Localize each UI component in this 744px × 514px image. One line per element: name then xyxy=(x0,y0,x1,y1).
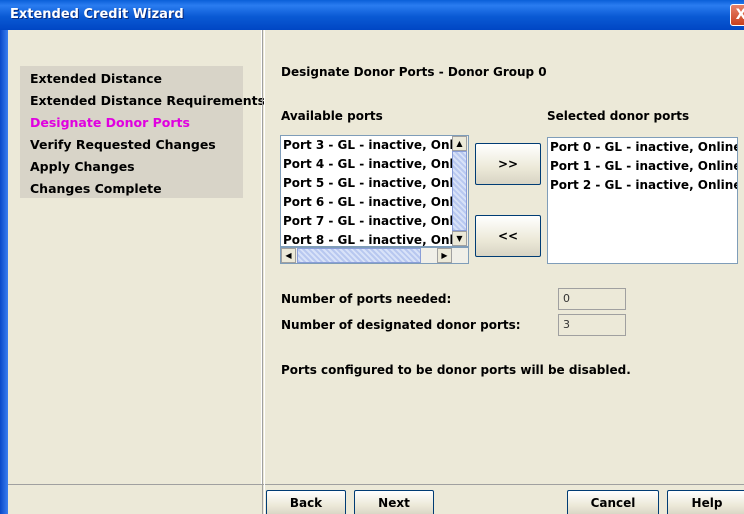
list-item[interactable]: Port 4 - GL - inactive, Online xyxy=(281,155,452,174)
selected-ports-label: Selected donor ports xyxy=(547,109,690,123)
scroll-left-icon[interactable]: ◀ xyxy=(281,248,296,263)
help-button[interactable]: Help xyxy=(667,490,744,514)
scroll-right-icon[interactable]: ▶ xyxy=(437,248,452,263)
step-designate-donor-ports: Designate Donor Ports xyxy=(30,115,190,130)
designated-ports-label: Number of designated donor ports: xyxy=(281,318,521,332)
window-frame-left xyxy=(0,30,8,514)
window-title: Extended Credit Wizard xyxy=(10,7,184,22)
remove-donor-port-button[interactable]: << xyxy=(475,215,541,257)
back-button[interactable]: Back xyxy=(266,490,346,514)
available-ports-horizontal-scrollbar[interactable]: ◀ ▶ xyxy=(280,247,469,264)
list-item[interactable]: Port 8 - GL - inactive, Online xyxy=(281,231,452,246)
wizard-steps-panel: Extended Distance Extended Distance Requ… xyxy=(20,66,265,198)
list-item[interactable]: Port 2 - GL - inactive, Online xyxy=(548,176,737,195)
step-extended-distance-requirements: Extended Distance Requirements xyxy=(30,93,266,108)
vertical-scroll-thumb[interactable] xyxy=(452,151,467,231)
horizontal-scroll-thumb[interactable] xyxy=(297,248,421,263)
next-button[interactable]: Next xyxy=(354,490,434,514)
designated-ports-field: 3 xyxy=(558,314,626,336)
list-item[interactable]: Port 0 - GL - inactive, Online xyxy=(548,138,737,157)
list-item[interactable]: Port 3 - GL - inactive, Online xyxy=(281,136,452,155)
add-donor-port-button[interactable]: >> xyxy=(475,143,541,185)
step-apply-changes: Apply Changes xyxy=(30,159,135,174)
donor-ports-note: Ports configured to be donor ports will … xyxy=(281,363,631,377)
close-button[interactable]: X xyxy=(730,4,744,26)
panel-divider xyxy=(262,30,265,484)
step-verify-requested-changes: Verify Requested Changes xyxy=(30,137,216,152)
step-changes-complete: Changes Complete xyxy=(30,181,162,196)
list-item[interactable]: Port 7 - GL - inactive, Online xyxy=(281,212,452,231)
page-heading: Designate Donor Ports - Donor Group 0 xyxy=(281,65,547,79)
available-ports-label: Available ports xyxy=(281,109,383,123)
selected-donor-ports-list[interactable]: Port 0 - GL - inactive, Online Port 1 - … xyxy=(547,137,738,264)
cancel-button[interactable]: Cancel xyxy=(567,490,659,514)
list-item[interactable]: Port 5 - GL - inactive, Online xyxy=(281,174,452,193)
scroll-up-icon[interactable]: ▲ xyxy=(452,136,467,151)
button-bar-divider xyxy=(262,484,265,514)
ports-needed-label: Number of ports needed: xyxy=(281,292,452,306)
list-item[interactable]: Port 1 - GL - inactive, Online xyxy=(548,157,737,176)
scroll-down-icon[interactable]: ▼ xyxy=(452,231,467,246)
available-ports-list[interactable]: Port 3 - GL - inactive, Online Port 4 - … xyxy=(280,135,452,247)
ports-needed-field: 0 xyxy=(558,288,626,310)
step-extended-distance: Extended Distance xyxy=(30,71,162,86)
close-icon: X xyxy=(735,7,744,23)
available-ports-vertical-scrollbar[interactable]: ▲ ▼ xyxy=(452,135,469,247)
list-item[interactable]: Port 6 - GL - inactive, Online xyxy=(281,193,452,212)
title-bar: Extended Credit Wizard X xyxy=(0,0,744,30)
